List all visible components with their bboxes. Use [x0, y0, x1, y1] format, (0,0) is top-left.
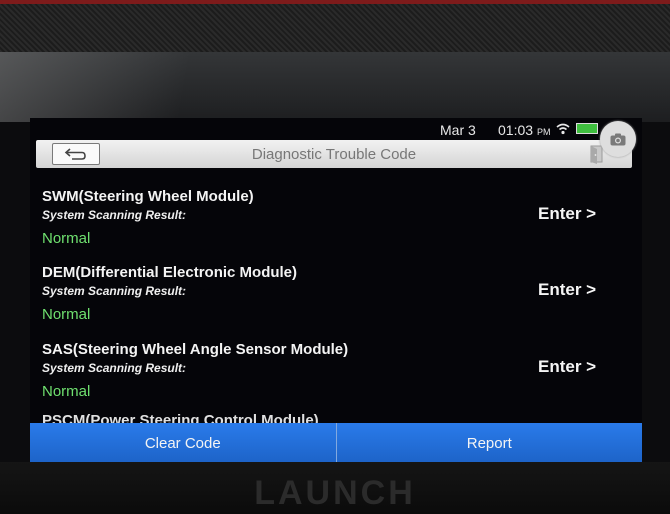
- action-bar: Clear Code Report: [30, 423, 642, 462]
- status-time: 01:03: [498, 122, 534, 138]
- module-row-dem: DEM(Differential Electronic Module) Syst…: [42, 264, 632, 340]
- enter-button-dem[interactable]: Enter >: [538, 280, 596, 300]
- screen-glare: [0, 52, 260, 122]
- page-title: Diagnostic Trouble Code: [251, 146, 417, 163]
- scan-result-label: System Scanning Result:: [42, 208, 187, 222]
- status-time-wrap: 01:03 PM: [498, 122, 550, 138]
- module-row-swm: SWM(Steering Wheel Module) System Scanni…: [42, 188, 632, 264]
- status-date: Mar 3: [440, 122, 476, 138]
- camera-icon: [610, 133, 626, 145]
- wifi-icon: [556, 123, 570, 135]
- scan-result-status: Normal: [42, 230, 91, 247]
- report-button[interactable]: Report: [335, 423, 642, 462]
- device-brand-logo: LAUNCH: [254, 474, 416, 512]
- device-screen: Mar 3 01:03 PM Diagnostic Trouble Code S…: [30, 118, 642, 462]
- module-name: SAS(Steering Wheel Angle Sensor Module): [42, 341, 349, 358]
- module-name: DEM(Differential Electronic Module): [42, 264, 298, 281]
- device-bezel-top: [0, 0, 670, 52]
- module-name: SWM(Steering Wheel Module): [42, 188, 254, 205]
- status-bar: Mar 3 01:03 PM: [30, 118, 642, 140]
- title-bar: Diagnostic Trouble Code: [36, 140, 632, 168]
- scan-result-label: System Scanning Result:: [42, 361, 187, 375]
- scan-result-status: Normal: [42, 383, 91, 400]
- clear-code-button[interactable]: Clear Code: [30, 423, 336, 462]
- scan-result-label: System Scanning Result:: [42, 284, 187, 298]
- enter-button-swm[interactable]: Enter >: [538, 204, 596, 224]
- enter-button-sas[interactable]: Enter >: [538, 357, 596, 377]
- status-ampm: PM: [536, 127, 551, 137]
- scan-result-status: Normal: [42, 306, 91, 323]
- battery-icon: [576, 123, 598, 134]
- module-row-sas: SAS(Steering Wheel Angle Sensor Module) …: [42, 341, 632, 417]
- screenshot-camera-button[interactable]: [600, 121, 636, 157]
